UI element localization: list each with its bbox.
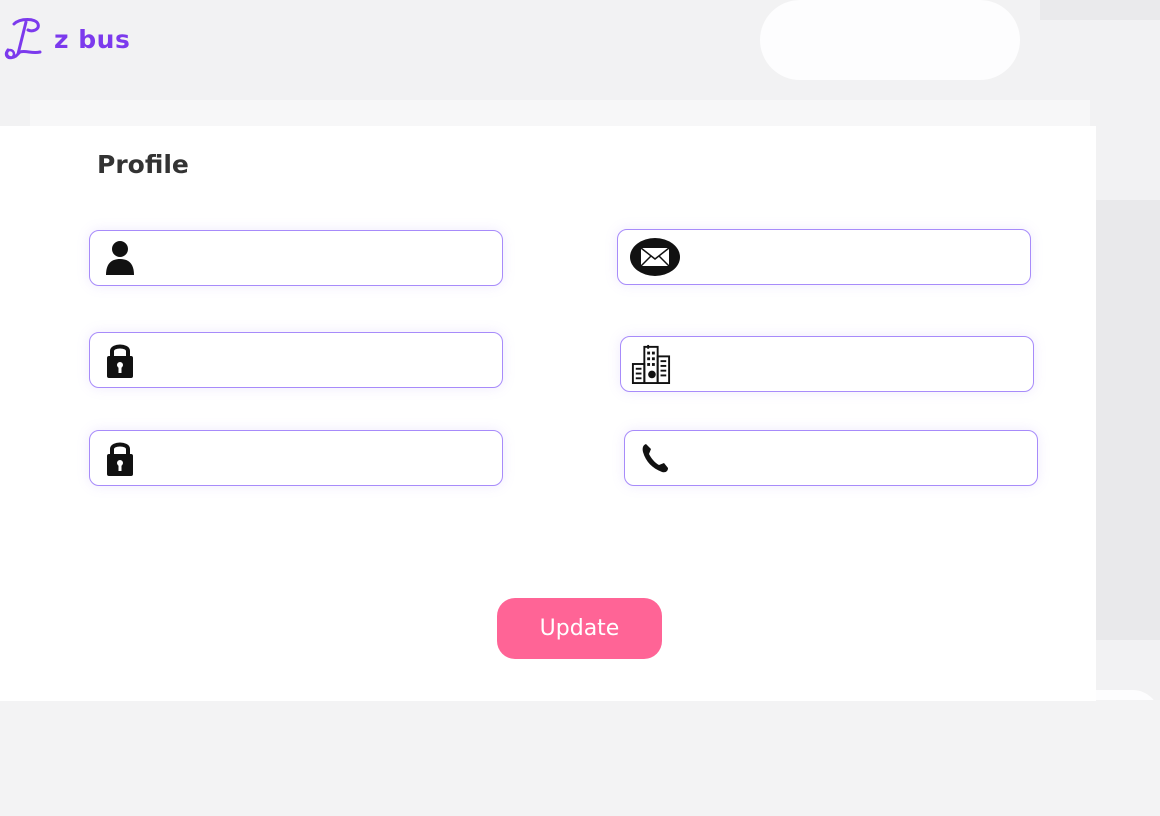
logo-mark-icon <box>4 18 42 60</box>
brand-logo[interactable]: z bus <box>2 16 130 62</box>
background-shape <box>1040 0 1160 20</box>
confirm-password-input[interactable] <box>140 437 502 479</box>
brand-name: z bus <box>54 24 131 54</box>
background-shape <box>0 700 1160 816</box>
email-input[interactable] <box>682 236 1030 278</box>
background-shape <box>1090 200 1160 640</box>
profile-panel: Profile Update <box>0 126 1096 701</box>
phone-input[interactable] <box>675 437 1037 479</box>
password-input[interactable] <box>140 339 502 381</box>
background-shape <box>760 0 1020 80</box>
lock-icon <box>100 338 140 382</box>
phone-field[interactable] <box>624 430 1038 486</box>
update-button[interactable]: Update <box>497 598 662 659</box>
company-input[interactable] <box>671 343 1033 385</box>
phone-icon <box>635 436 675 480</box>
name-field[interactable] <box>89 230 503 286</box>
user-icon <box>100 236 140 280</box>
password-field[interactable] <box>89 332 503 388</box>
company-field[interactable] <box>620 336 1034 392</box>
envelope-icon <box>628 235 682 279</box>
confirm-password-field[interactable] <box>89 430 503 486</box>
page-title: Profile <box>97 150 189 179</box>
lock-icon <box>100 436 140 480</box>
name-input[interactable] <box>140 237 502 279</box>
email-field[interactable] <box>617 229 1031 285</box>
building-icon <box>631 342 671 386</box>
